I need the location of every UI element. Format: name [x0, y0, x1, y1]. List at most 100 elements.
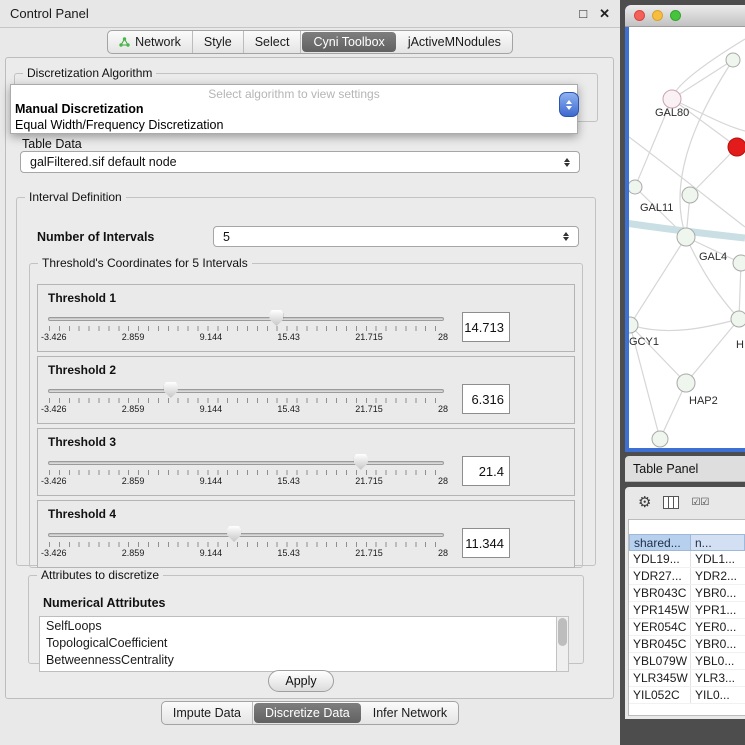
attributes-scrollbar[interactable]	[556, 616, 569, 672]
threshold-slider[interactable]: -3.4262.8599.14415.4321.71528	[48, 521, 444, 565]
tab-select[interactable]: Select	[244, 31, 302, 53]
threshold-slider[interactable]: -3.4262.8599.14415.4321.71528	[48, 377, 444, 421]
table-cell-shared-name: YBR043C	[629, 585, 691, 601]
network-node[interactable]	[726, 53, 740, 67]
number-of-intervals-combobox[interactable]: 5	[213, 226, 579, 247]
column-header-shared-name[interactable]: shared...	[629, 534, 691, 551]
network-node-gal4[interactable]	[677, 228, 695, 246]
float-window-icon[interactable]: □	[579, 6, 587, 22]
popup-option-equal-width-frequency[interactable]: Equal Width/Frequency Discretization	[11, 117, 577, 133]
table-row[interactable]: YDR27...YDR2...	[629, 568, 745, 585]
network-node[interactable]	[733, 255, 745, 271]
attribute-list-item[interactable]: BetweennessCentrality	[40, 652, 568, 669]
control-panel-titlebar: Control Panel □ ✕	[0, 0, 620, 28]
slider-thumb[interactable]	[164, 382, 178, 398]
bottom-tab-discretize-data[interactable]: Discretize Data	[254, 703, 361, 723]
zoom-traffic-light-icon[interactable]	[670, 10, 681, 21]
select-columns-icon[interactable]: ☑☑	[691, 497, 709, 508]
slider-track[interactable]	[48, 533, 444, 537]
scale-label: 15.43	[277, 548, 300, 558]
bottom-tab-impute-data[interactable]: Impute Data	[162, 702, 253, 724]
table-row[interactable]: YBL079WYBL0...	[629, 653, 745, 670]
close-window-icon[interactable]: ✕	[599, 6, 610, 22]
table-data-combobox[interactable]: galFiltered.sif default node	[20, 151, 580, 173]
tab-label: jActiveMNodules	[408, 35, 501, 49]
table-panel-window: ⚙ ☑☑ shared... n... YDL19...YDL1...YDR27…	[625, 487, 745, 719]
threshold-value-field[interactable]: 11.344	[462, 528, 510, 558]
close-traffic-light-icon[interactable]	[634, 10, 645, 21]
attribute-list-item[interactable]: TopologicalCoefficient	[40, 635, 568, 652]
table-row[interactable]: YIL052CYIL0...	[629, 687, 745, 704]
bottom-tabstrip: Impute Data Discretize DataInfer Network	[0, 701, 620, 725]
apply-button[interactable]: Apply	[268, 670, 334, 692]
scrollbar-thumb[interactable]	[558, 618, 567, 646]
network-node-gcy1[interactable]	[629, 317, 638, 333]
numerical-attributes-list[interactable]: SelfLoopsTopologicalCoefficientBetweenne…	[39, 616, 569, 672]
tab-network[interactable]: Network	[108, 31, 193, 53]
table-row[interactable]: YBR045CYBR0...	[629, 636, 745, 653]
tab-style[interactable]: Style	[193, 31, 244, 53]
slider-track[interactable]	[48, 461, 444, 465]
network-node[interactable]	[652, 431, 668, 447]
network-canvas[interactable]: GAL80GAL11GAL4GCY1HHAP2	[629, 27, 745, 448]
network-node[interactable]	[728, 138, 745, 156]
network-node-label: GCY1	[629, 336, 659, 348]
slider-track[interactable]	[48, 317, 444, 321]
slider-thumb[interactable]	[227, 526, 241, 542]
scale-label: 15.43	[277, 404, 300, 414]
table-panel-title: Table Panel	[633, 462, 698, 476]
table-cell-shared-name: YDL19...	[629, 551, 691, 567]
threshold-slider[interactable]: -3.4262.8599.14415.4321.71528	[48, 449, 444, 493]
popup-option-manual-discretization[interactable]: Manual Discretization	[11, 101, 577, 117]
table-body-wrap: shared... n... YDL19...YDL1...YDR27...YD…	[628, 519, 745, 716]
scale-label: -3.426	[41, 404, 67, 414]
threshold-label: Threshold 4	[38, 501, 574, 521]
gear-icon[interactable]: ⚙	[638, 495, 651, 510]
scale-label: 21.715	[355, 332, 383, 342]
attribute-list-item[interactable]: SelfLoops	[40, 618, 568, 635]
table-row[interactable]: YLR345WYLR3...	[629, 670, 745, 687]
network-window-titlebar	[625, 5, 745, 27]
column-header-name[interactable]: n...	[691, 534, 745, 551]
slider-thumb[interactable]	[269, 310, 283, 326]
tab-label: Impute Data	[173, 706, 241, 720]
thresholds-group: Threshold's Coordinates for 5 Intervals …	[29, 256, 583, 568]
tab-jactivemnodules[interactable]: jActiveMNodules	[397, 31, 512, 53]
table-row[interactable]: YPR145WYPR1...	[629, 602, 745, 619]
threshold-label: Threshold 2	[38, 357, 574, 377]
network-icon	[119, 37, 130, 48]
tab-cyni-toolbox[interactable]: Cyni Toolbox	[302, 32, 395, 52]
scale-label: 2.859	[122, 476, 145, 486]
network-node-hap2[interactable]	[677, 374, 695, 392]
up-arrow-icon	[566, 100, 572, 104]
table-row[interactable]: YDL19...YDL1...	[629, 551, 745, 568]
threshold-panel: Threshold 1-3.4262.8599.14415.4321.71528…	[37, 284, 575, 352]
table-row[interactable]: YBR043CYBR0...	[629, 585, 745, 602]
threshold-value-field[interactable]: 6.316	[462, 384, 510, 414]
scale-label: 9.144	[200, 476, 223, 486]
threshold-panel: Threshold 3-3.4262.8599.14415.4321.71528…	[37, 428, 575, 496]
threshold-slider[interactable]: -3.4262.8599.14415.4321.71528	[48, 305, 444, 349]
table-cell-shared-name: YBR045C	[629, 636, 691, 652]
network-node-gal11[interactable]	[629, 180, 642, 194]
network-edge	[690, 147, 737, 195]
columns-icon[interactable]	[663, 496, 679, 509]
bottom-tab-infer-network[interactable]: Infer Network	[362, 702, 458, 724]
minimize-traffic-light-icon[interactable]	[652, 10, 663, 21]
network-node-h[interactable]	[731, 311, 745, 327]
slider-thumb[interactable]	[354, 454, 368, 470]
threshold-value-field[interactable]: 21.4	[462, 456, 510, 486]
tab-label: Select	[255, 35, 290, 49]
network-node[interactable]	[682, 187, 698, 203]
table-row[interactable]: YER054CYER0...	[629, 619, 745, 636]
scale-label: -3.426	[41, 476, 67, 486]
network-edge	[630, 237, 686, 325]
network-node-gal80[interactable]	[663, 90, 681, 108]
algorithm-combo-stepper-button[interactable]	[559, 92, 579, 117]
threshold-value-field[interactable]: 14.713	[462, 312, 510, 342]
scale-label: 9.144	[200, 548, 223, 558]
network-edge	[630, 319, 739, 331]
scale-label: 28	[438, 548, 448, 558]
scale-label: -3.426	[41, 548, 67, 558]
slider-track[interactable]	[48, 389, 444, 393]
